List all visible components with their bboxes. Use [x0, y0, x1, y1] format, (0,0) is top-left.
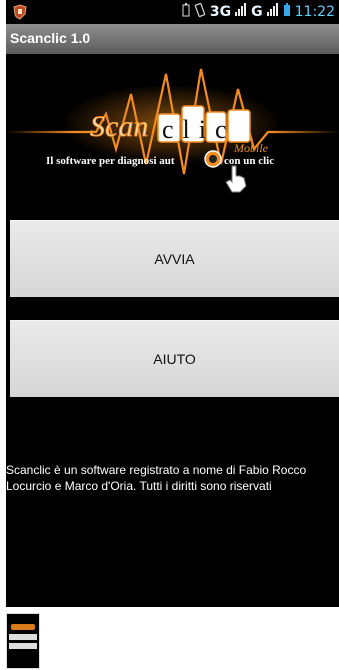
- battery-level-icon: [283, 3, 291, 21]
- network-type-3g: 3G: [209, 4, 232, 20]
- help-button-label: AIUTO: [153, 351, 196, 367]
- phone-screen: 3G G 11:22 Scanclic 1.0 Scan clic Mobile…: [6, 0, 339, 607]
- hand-pointer-icon: [225, 165, 247, 193]
- start-button-label: AVVIA: [154, 251, 195, 267]
- brand-left: Scan: [90, 110, 148, 143]
- app-logo: Scan clic Mobile Il software per diagnos…: [6, 54, 339, 204]
- help-button[interactable]: AIUTO: [10, 320, 339, 397]
- start-button[interactable]: AVVIA: [10, 220, 339, 297]
- app-title-bar: Scanclic 1.0: [6, 24, 339, 54]
- status-icons: 3G G 11:22: [182, 3, 335, 21]
- status-bar: 3G G 11:22: [6, 0, 339, 24]
- signal-icon: [266, 3, 279, 21]
- screen-thumbnail: [6, 613, 40, 669]
- battery-icon: [182, 3, 190, 21]
- vibrate-icon: [194, 3, 206, 21]
- brand-right: clic: [162, 115, 236, 144]
- tagline-left: Il software per diagnosi aut: [46, 155, 175, 167]
- brand-badge: Mobile: [233, 141, 269, 155]
- clock: 11:22: [294, 4, 335, 20]
- network-type-g: G: [251, 4, 263, 20]
- app-shield-icon: [13, 4, 27, 20]
- app-title: Scanclic 1.0: [10, 30, 91, 46]
- signal-icon: [235, 3, 247, 21]
- car-badge-icon: [204, 150, 222, 168]
- copyright-text: Scanclic è un software registrato a nome…: [6, 463, 307, 493]
- tagline-right: con un clic: [224, 155, 274, 167]
